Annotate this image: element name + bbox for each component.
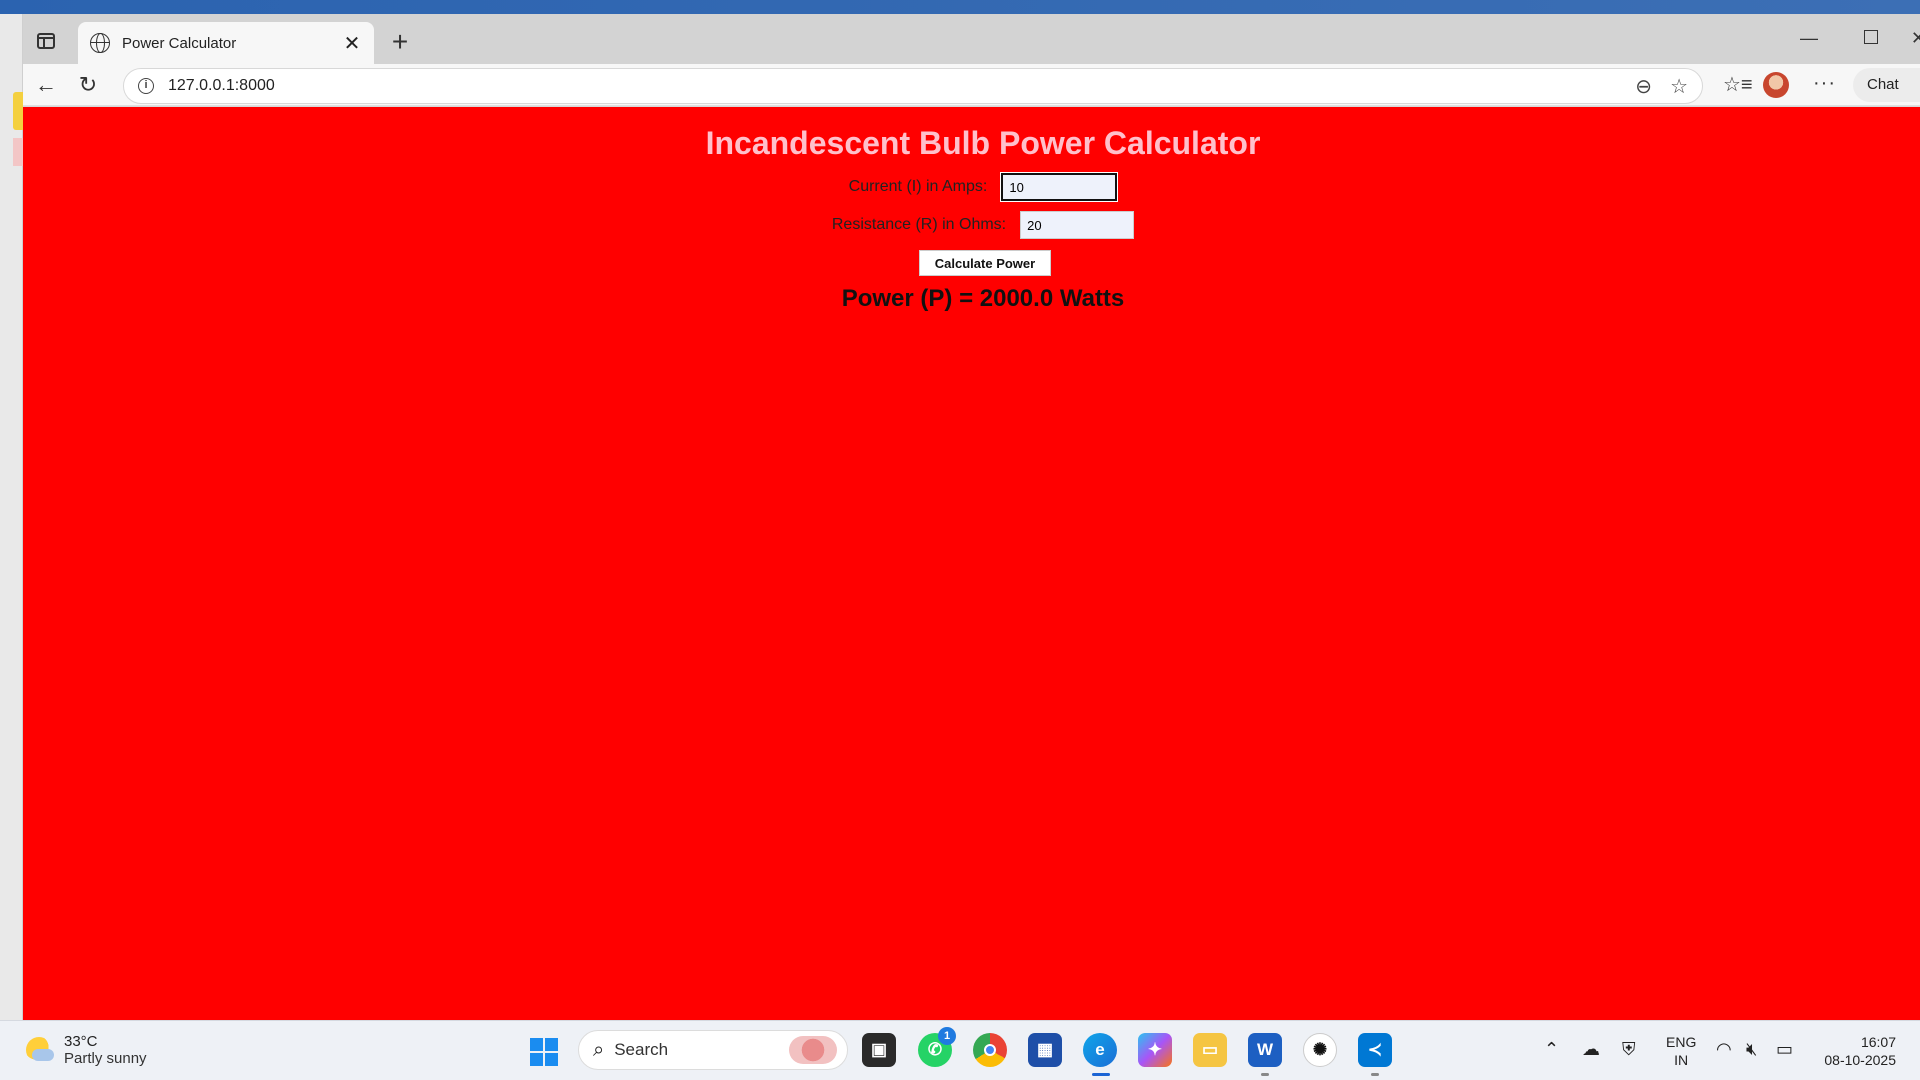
browser-toolbar: ← ↻ i 127.0.0.1:8000 ⊖ ☆ ☆≡ ··· Chat <box>23 64 1920 106</box>
new-tab-button[interactable]: + <box>385 28 415 56</box>
zoom-out-icon[interactable]: ⊖ <box>1635 74 1652 99</box>
desktop-left-strip <box>0 14 23 1020</box>
vertical-tabs-icon <box>37 33 55 49</box>
edge-icon[interactable]: e <box>1083 1033 1117 1067</box>
clock-date: 08-10-2025 <box>1824 1052 1896 1068</box>
word-running-indicator <box>1261 1073 1269 1076</box>
search-icon: ⌕ <box>593 1038 605 1061</box>
whatsapp-icon[interactable]: ✆ 1 <box>918 1027 956 1067</box>
muted-volume-icon[interactable]: 🔇︎ <box>1746 1039 1757 1060</box>
lang-line2: IN <box>1674 1052 1689 1068</box>
taskbar-search[interactable]: ⌕ Search <box>578 1030 848 1070</box>
site-info-icon[interactable]: i <box>138 78 154 94</box>
word-icon[interactable]: W <box>1248 1033 1282 1067</box>
power-result: Power (P) = 2000.0 Watts <box>841 285 1125 312</box>
copilot-chat-button[interactable]: Chat <box>1853 68 1920 102</box>
windows-logo-tile <box>545 1038 558 1051</box>
weather-widget[interactable]: 33°C Partly sunny <box>26 1033 147 1067</box>
page-title: Incandescent Bulb Power Calculator <box>705 125 1261 161</box>
maximize-button[interactable] <box>1864 28 1878 49</box>
lang-line1: ENG <box>1666 1034 1697 1050</box>
clock-time: 16:07 <box>1860 1034 1896 1050</box>
close-window-button[interactable]: ✕ <box>1911 28 1920 49</box>
task-view-icon[interactable]: ▣ <box>862 1033 896 1067</box>
show-hidden-icons-chevron[interactable]: ⌃ <box>1544 1039 1559 1060</box>
windows-logo-tile <box>530 1038 543 1051</box>
windows-logo-tile <box>545 1053 558 1066</box>
start-button[interactable] <box>530 1038 558 1066</box>
desktop-window-edge-2 <box>13 138 23 166</box>
back-button[interactable]: ← <box>31 70 61 100</box>
system-clock[interactable]: 16:07 08-10-2025 <box>1824 1033 1896 1069</box>
minimize-button[interactable]: — <box>1800 28 1818 49</box>
current-row: Current (I) in Amps: <box>23 172 1920 202</box>
maximize-icon <box>1864 30 1878 44</box>
whatsapp-badge: 1 <box>938 1027 956 1045</box>
desktop-background <box>0 0 1920 14</box>
chatgpt-icon[interactable]: ✺ <box>1303 1033 1337 1067</box>
edge-active-indicator <box>1092 1073 1110 1076</box>
browser-window: Power Calculator ✕ + — ✕ ← ↻ i 127.0.0.1… <box>23 14 1920 1020</box>
resistance-row: Resistance (R) in Ohms: <box>23 211 1920 239</box>
vscode-icon[interactable]: ≺ <box>1358 1033 1392 1067</box>
calculate-power-button[interactable]: Calculate Power <box>919 250 1051 276</box>
close-tab-icon[interactable]: ✕ <box>342 31 362 56</box>
file-explorer-icon[interactable]: ▭ <box>1193 1033 1227 1067</box>
weather-condition: Partly sunny <box>64 1050 147 1067</box>
language-indicator[interactable]: ENG IN <box>1666 1033 1696 1069</box>
more-options-icon[interactable]: ··· <box>1813 72 1836 95</box>
microsoft-store-icon[interactable]: ▦ <box>1028 1033 1062 1067</box>
resistance-input[interactable] <box>1020 211 1135 239</box>
favorites-icon[interactable]: ☆≡ <box>1723 72 1753 97</box>
tab-strip: Power Calculator ✕ + — ✕ <box>23 14 1920 64</box>
url-text[interactable]: 127.0.0.1:8000 <box>168 77 1617 95</box>
battery-icon[interactable]: ▭ <box>1776 1039 1793 1060</box>
partly-sunny-icon <box>26 1037 54 1063</box>
wifi-icon[interactable]: ◠ <box>1716 1039 1732 1060</box>
weather-temp: 33°C <box>64 1033 98 1050</box>
globe-icon <box>90 33 110 53</box>
current-input[interactable] <box>1000 172 1119 202</box>
windows-logo-tile <box>530 1053 543 1066</box>
address-bar[interactable]: i 127.0.0.1:8000 ⊖ ☆ <box>123 68 1703 104</box>
security-shield-icon[interactable]: ⛨ <box>1622 1039 1636 1060</box>
tab-power-calculator[interactable]: Power Calculator ✕ <box>78 22 374 64</box>
profile-avatar[interactable] <box>1763 72 1789 98</box>
tab-actions-button[interactable] <box>31 26 61 56</box>
tab-title: Power Calculator <box>122 34 237 52</box>
onedrive-icon[interactable]: ☁ <box>1582 1039 1600 1060</box>
favorite-star-icon[interactable]: ☆ <box>1670 74 1688 99</box>
reload-button[interactable]: ↻ <box>73 70 103 100</box>
search-placeholder: Search <box>614 1040 669 1059</box>
taskbar: 33°C Partly sunny ⌕ Search ▣ ✆ 1 ▦ e ✦ ▭ … <box>0 1020 1920 1080</box>
copilot-icon[interactable]: ✦ <box>1138 1033 1172 1067</box>
resistance-label: Resistance (R) in Ohms: <box>831 216 1007 233</box>
search-highlight-icon <box>789 1036 837 1064</box>
current-label: Current (I) in Amps: <box>848 178 988 195</box>
desktop-window-edge <box>13 92 23 130</box>
chrome-icon[interactable] <box>973 1033 1007 1067</box>
vscode-running-indicator <box>1371 1073 1379 1076</box>
page-content: Incandescent Bulb Power Calculator Curre… <box>23 107 1920 1020</box>
